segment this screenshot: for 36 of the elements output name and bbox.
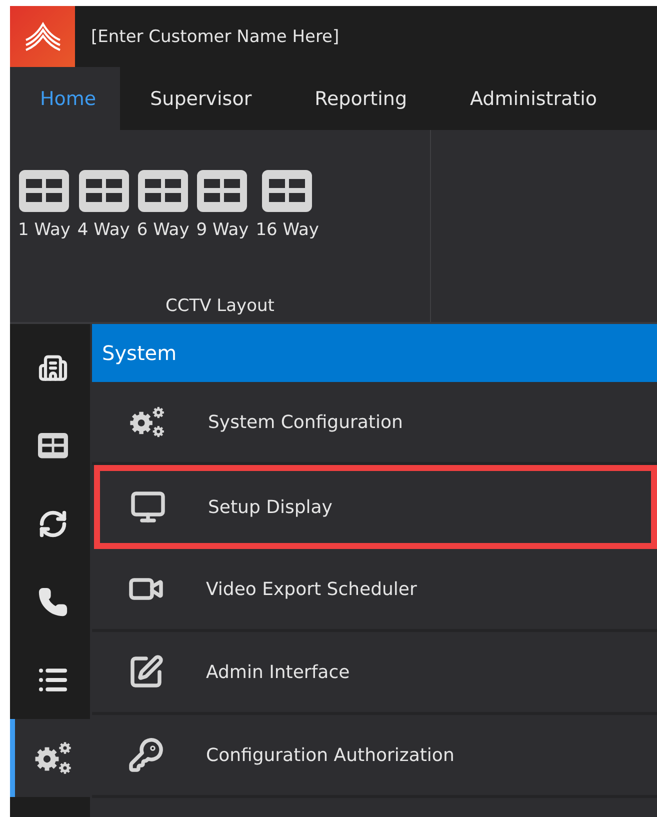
group-label: CCTV Layout [166, 296, 274, 316]
monitor-icon [130, 489, 166, 525]
key-icon [128, 737, 164, 773]
app-logo [10, 6, 75, 67]
grid-icon [262, 170, 312, 212]
ribbon-tab[interactable]: Administratio [440, 67, 630, 130]
grid-icon [197, 170, 248, 212]
section-header: System [92, 324, 657, 382]
edit-icon [128, 654, 164, 690]
ribbon-tab[interactable]: Reporting [284, 67, 440, 130]
ribbon-tab[interactable]: Supervisor [120, 67, 285, 130]
refresh-icon [38, 509, 68, 539]
layout-button[interactable]: 9 Way [194, 170, 251, 240]
layout-button[interactable]: 6 Way [134, 170, 192, 240]
menu-item-label: Video Export Scheduler [206, 578, 417, 600]
menu-item[interactable]: Video Export Scheduler [92, 549, 657, 632]
menu-item[interactable]: System Configuration [92, 382, 657, 465]
window-title: [Enter Customer Name Here] [91, 26, 340, 46]
menu-item[interactable]: Setup Display [94, 465, 657, 549]
menu-item-label: Configuration Authorization [206, 744, 454, 766]
menu-item-label: Admin Interface [206, 662, 350, 682]
phone-icon [38, 587, 68, 617]
grid-icon [19, 170, 70, 212]
layout-button[interactable]: 1 Way [16, 170, 72, 240]
menu-item-label: Setup Display [208, 496, 332, 518]
building-icon [38, 353, 68, 383]
menu-item[interactable]: Admin Interface [92, 632, 657, 715]
ribbon-tab[interactable]: Home [10, 67, 120, 130]
grid-icon [38, 433, 68, 459]
grid-icon [78, 170, 129, 212]
menu-item[interactable]: Configuration Authorization [92, 715, 657, 798]
layout-button[interactable]: 16 Way [254, 170, 321, 240]
menu-item-label: System Configuration [208, 412, 403, 432]
layout-button[interactable]: 4 Way [75, 170, 132, 240]
grid-icon [138, 170, 188, 212]
sidebar-button[interactable] [10, 719, 90, 797]
